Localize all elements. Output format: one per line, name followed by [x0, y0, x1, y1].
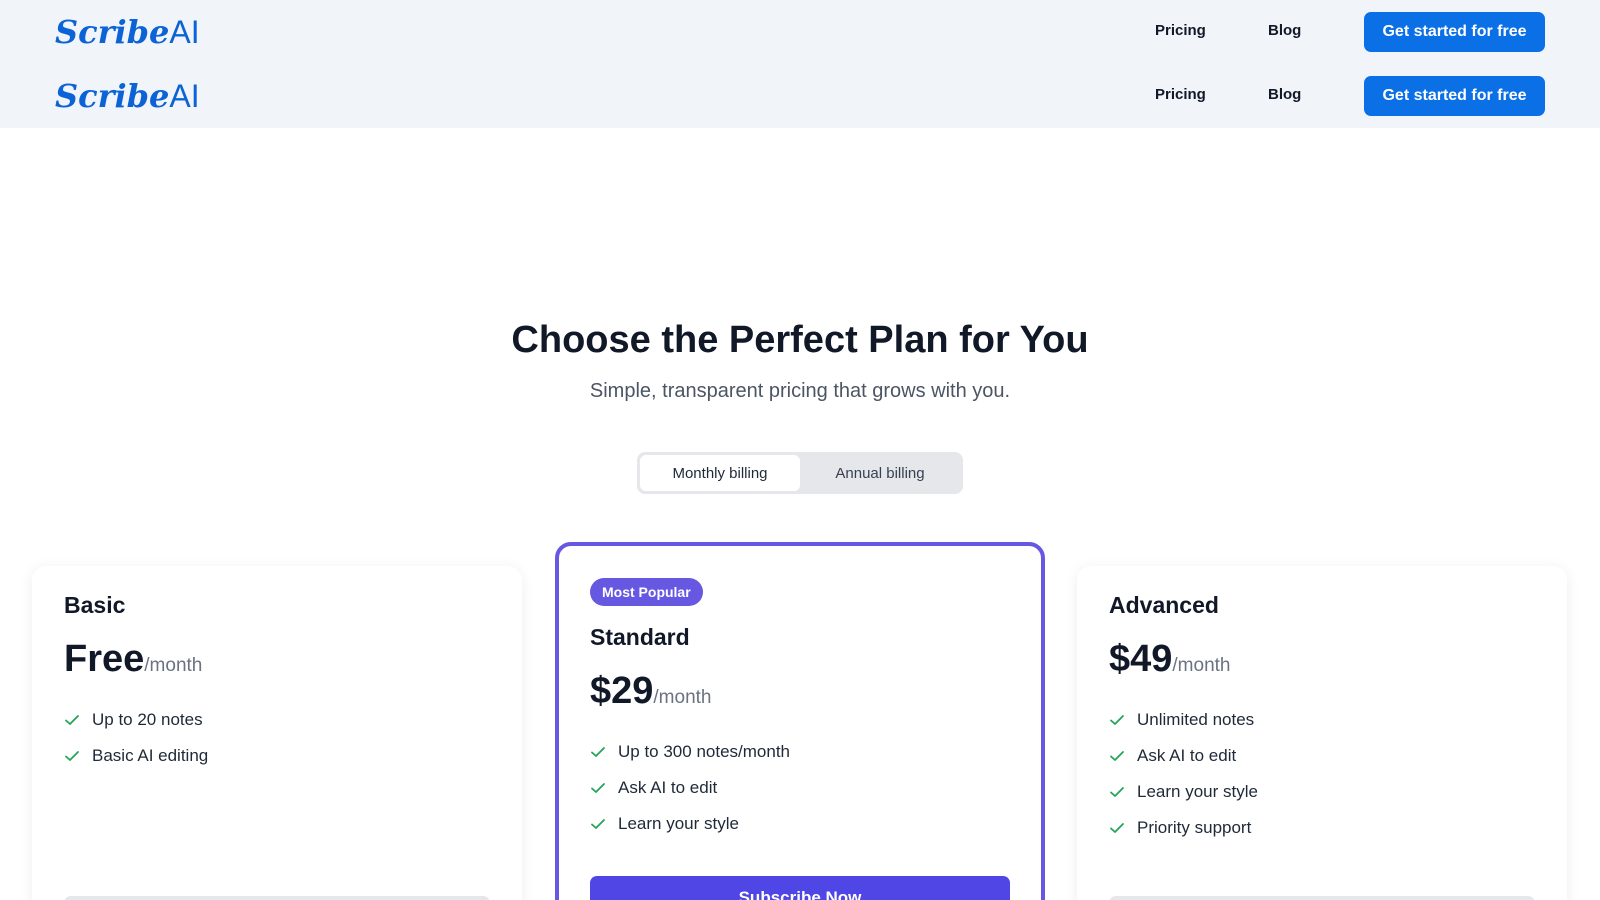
- check-icon: [1109, 784, 1137, 800]
- plan-period: /month: [144, 655, 203, 676]
- check-icon: [590, 816, 618, 832]
- brand-logo-suffix: AI: [169, 78, 200, 114]
- feature-item: Up to 300 notes/month: [590, 734, 790, 770]
- plan-price: $49: [1109, 638, 1173, 680]
- brand-logo[interactable]: ScribeAI: [55, 12, 200, 52]
- check-icon: [1109, 748, 1137, 764]
- feature-list: Up to 300 notes/month Ask AI to edit Lea…: [590, 734, 790, 842]
- basic-plan-button[interactable]: [64, 896, 490, 900]
- brand-logo-script: Scribe: [55, 77, 170, 115]
- most-popular-badge: Most Popular: [590, 578, 703, 606]
- brand-logo-script: Scribe: [55, 13, 170, 51]
- top-navbar-duplicate: ScribeAI Pricing Blog Get started for fr…: [0, 64, 1600, 128]
- feature-item: Up to 20 notes: [64, 702, 208, 738]
- plan-price-row: $49/month: [1109, 636, 1231, 682]
- billing-toggle: Monthly billing Annual billing: [637, 452, 963, 494]
- plan-period: /month: [653, 687, 712, 708]
- feature-item: Unlimited notes: [1109, 702, 1258, 738]
- feature-label: Basic AI editing: [92, 746, 209, 765]
- feature-label: Learn your style: [1137, 782, 1258, 801]
- page-title: Choose the Perfect Plan for You: [511, 319, 1089, 361]
- advanced-plan-button[interactable]: [1109, 896, 1535, 900]
- feature-label: Up to 20 notes: [92, 710, 203, 729]
- plan-price-row: Free/month: [64, 636, 202, 682]
- plan-price: $29: [590, 670, 654, 712]
- page-subtitle: Simple, transparent pricing that grows w…: [589, 380, 1011, 402]
- nav-link-pricing[interactable]: Pricing: [1155, 84, 1206, 106]
- monthly-billing-option[interactable]: Monthly billing: [640, 455, 800, 491]
- plan-name: Basic: [64, 592, 126, 618]
- subscribe-now-button[interactable]: Subscribe Now: [590, 876, 1010, 900]
- feature-list: Unlimited notes Ask AI to edit Learn you…: [1109, 702, 1258, 846]
- feature-item: Ask AI to edit: [590, 770, 790, 806]
- feature-item: Learn your style: [1109, 774, 1258, 810]
- feature-item: Learn your style: [590, 806, 790, 842]
- feature-item: Priority support: [1109, 810, 1258, 846]
- feature-label: Up to 300 notes/month: [618, 742, 791, 761]
- plan-card-standard: Most Popular Standard $29/month Up to 30…: [555, 542, 1045, 900]
- nav-link-pricing[interactable]: Pricing: [1155, 20, 1206, 42]
- feature-label: Unlimited notes: [1137, 710, 1255, 729]
- check-icon: [64, 748, 92, 764]
- feature-item: Basic AI editing: [64, 738, 208, 774]
- annual-billing-option[interactable]: Annual billing: [800, 455, 960, 491]
- plan-price-row: $29/month: [590, 668, 712, 714]
- feature-list: Up to 20 notes Basic AI editing: [64, 702, 208, 774]
- get-started-button[interactable]: Get started for free: [1364, 76, 1545, 116]
- feature-label: Priority support: [1137, 818, 1252, 837]
- feature-label: Ask AI to edit: [1137, 746, 1237, 765]
- check-icon: [590, 744, 618, 760]
- plan-name: Advanced: [1109, 592, 1219, 618]
- get-started-button[interactable]: Get started for free: [1364, 12, 1545, 52]
- feature-label: Learn your style: [618, 814, 739, 833]
- plan-price: Free: [64, 638, 145, 680]
- plan-card-advanced: Advanced $49/month Unlimited notes Ask A…: [1077, 566, 1567, 900]
- nav-link-blog[interactable]: Blog: [1268, 20, 1301, 42]
- check-icon: [590, 780, 618, 796]
- check-icon: [1109, 712, 1137, 728]
- brand-logo-suffix: AI: [169, 14, 200, 50]
- top-navbar: ScribeAI Pricing Blog Get started for fr…: [0, 0, 1600, 64]
- check-icon: [64, 712, 92, 728]
- plan-card-basic: Basic Free/month Up to 20 notes Basic AI…: [32, 566, 522, 900]
- brand-logo[interactable]: ScribeAI: [55, 76, 200, 116]
- nav-link-blog[interactable]: Blog: [1268, 84, 1301, 106]
- feature-label: Ask AI to edit: [618, 778, 718, 797]
- plan-period: /month: [1172, 655, 1231, 676]
- check-icon: [1109, 820, 1137, 836]
- feature-item: Ask AI to edit: [1109, 738, 1258, 774]
- plan-name: Standard: [590, 624, 690, 650]
